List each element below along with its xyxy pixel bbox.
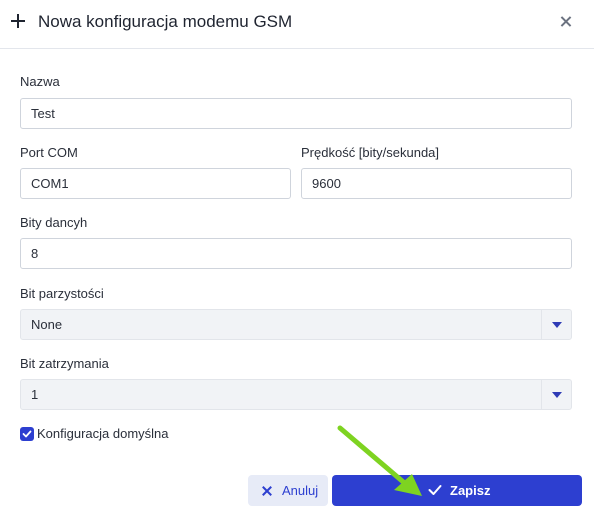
speed-label: Prędkość [bity/sekunda] <box>301 145 440 160</box>
port-com-label: Port COM <box>20 145 78 160</box>
x-icon <box>261 485 273 497</box>
stop-bit-select[interactable]: 1 <box>20 379 572 410</box>
check-icon <box>428 485 442 495</box>
data-bits-label: Bity dancyh <box>20 215 88 230</box>
data-bits-input[interactable] <box>20 238 572 269</box>
chevron-down-icon <box>552 322 562 328</box>
port-com-input[interactable] <box>20 168 291 199</box>
parity-bit-label: Bit parzystości <box>20 286 104 301</box>
dialog-title: Nowa konfiguracja modemu GSM <box>38 12 293 31</box>
save-label: Zapisz <box>450 483 491 498</box>
stop-bit-dropdown-toggle <box>541 380 571 409</box>
default-config-checkbox[interactable] <box>20 427 34 441</box>
parity-bit-value: None <box>31 317 63 332</box>
stop-bit-label: Bit zatrzymania <box>20 356 109 371</box>
parity-dropdown-toggle <box>541 310 571 339</box>
stop-bit-value: 1 <box>31 387 39 402</box>
cancel-button[interactable]: Anuluj <box>248 475 328 506</box>
speed-input[interactable] <box>301 168 572 199</box>
plus-icon <box>9 12 27 30</box>
name-input[interactable] <box>20 98 572 129</box>
dialog-header: Nowa konfiguracja modemu GSM <box>0 0 594 49</box>
checkmark-icon <box>22 430 32 438</box>
close-icon[interactable] <box>558 14 574 30</box>
chevron-down-icon <box>552 392 562 398</box>
cancel-label: Anuluj <box>282 483 319 498</box>
parity-bit-select[interactable]: None <box>20 309 572 340</box>
pointer-arrow-icon <box>337 425 422 496</box>
default-config-label[interactable]: Konfiguracja domyślna <box>37 426 169 441</box>
name-label: Nazwa <box>20 74 60 89</box>
